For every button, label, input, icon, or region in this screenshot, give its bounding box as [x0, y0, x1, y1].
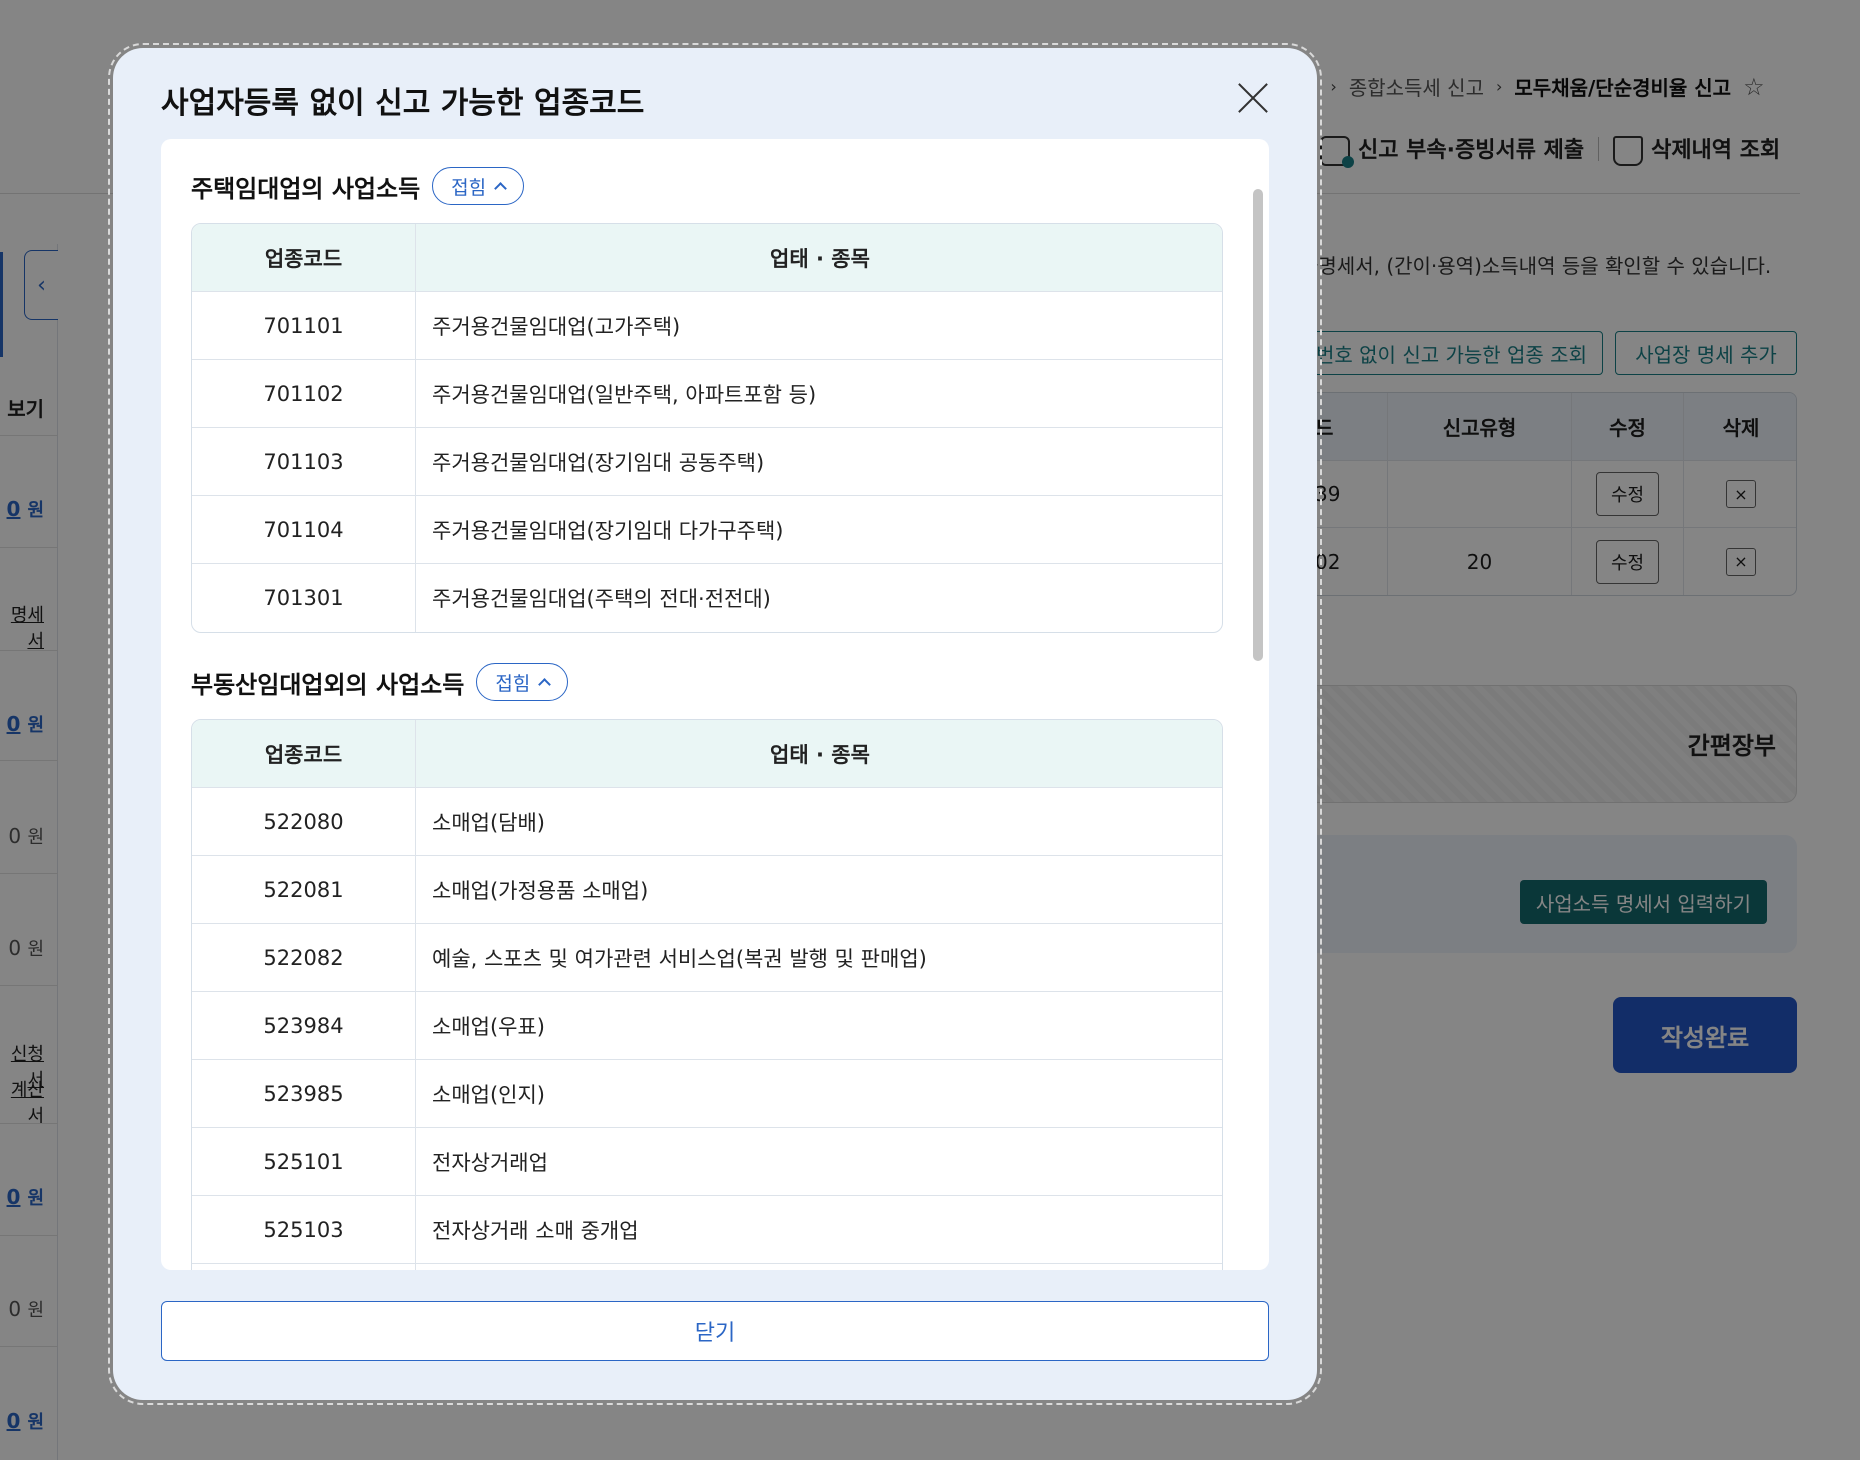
close-icon[interactable]: [1233, 78, 1273, 118]
table-row: 522082 예술, 스포츠 및 여가관련 서비스업(복권 발행 및 판매업): [192, 924, 1222, 992]
scrollbar-thumb[interactable]: [1253, 189, 1263, 661]
industry-code: 522080: [192, 788, 416, 855]
collapse-toggle-button[interactable]: 접힘: [476, 663, 569, 701]
industry-name: [416, 1264, 1222, 1270]
table-row: 701104 주거용건물임대업(장기임대 다가구주택): [192, 496, 1222, 564]
industry-code-table: 업종코드 업태 · 종목 522080 소매업(담배) 522081 소매업(가…: [191, 719, 1223, 1270]
table-row: 523985 소매업(인지): [192, 1060, 1222, 1128]
industry-code: 523985: [192, 1060, 416, 1127]
table-row: 701301 주거용건물임대업(주택의 전대·전전대): [192, 564, 1222, 632]
industry-code: 525101: [192, 1128, 416, 1195]
industry-code: 522082: [192, 924, 416, 991]
modal-content: 주택임대업의 사업소득 접힘 업종코드 업태 · 종목 701101 주거용건물…: [191, 167, 1223, 1270]
industry-name: 전자상거래업: [432, 1150, 548, 1175]
industry-code: 701103: [192, 428, 416, 495]
industry-name: 주거용건물임대업(주택의 전대·전전대): [432, 587, 771, 611]
industry-code: [192, 1264, 416, 1270]
industry-name: 예술, 스포츠 및 여가관련 서비스업(복권 발행 및 판매업): [432, 946, 927, 971]
table-row: 701101 주거용건물임대업(고가주택): [192, 292, 1222, 360]
chevron-up-icon: [538, 678, 552, 691]
section-header: 부동산임대업외의 사업소득 접힘: [191, 663, 1223, 701]
table-row: 522080 소매업(담배): [192, 788, 1222, 856]
industry-code: 701104: [192, 496, 416, 563]
section-title: 주택임대업의 사업소득: [191, 174, 421, 203]
column-header: 업태 · 종목: [770, 246, 870, 271]
industry-code: 701301: [192, 564, 416, 632]
table-row: 525103 전자상거래 소매 중개업: [192, 1196, 1222, 1264]
column-header: 업태 · 종목: [770, 742, 870, 767]
industry-name: 소매업(담배): [432, 810, 545, 835]
table-row: 523984 소매업(우표): [192, 992, 1222, 1060]
industry-name: 소매업(가정용품 소매업): [432, 878, 649, 903]
industry-code-table: 업종코드 업태 · 종목 701101 주거용건물임대업(고가주택) 70110…: [191, 223, 1223, 633]
table-row: 525101 전자상거래업: [192, 1128, 1222, 1196]
modal-scroll-area[interactable]: 주택임대업의 사업소득 접힘 업종코드 업태 · 종목 701101 주거용건물…: [161, 139, 1269, 1270]
industry-name: 소매업(우표): [432, 1014, 545, 1039]
table-row: 522081 소매업(가정용품 소매업): [192, 856, 1222, 924]
table-row: 701103 주거용건물임대업(장기임대 공동주택): [192, 428, 1222, 496]
industry-code-modal: 사업자등록 없이 신고 가능한 업종코드 주택임대업의 사업소득 접힘 업종코드…: [108, 43, 1322, 1405]
industry-name: 주거용건물임대업(장기임대 공동주택): [432, 450, 765, 475]
column-header: 업종코드: [192, 224, 416, 291]
collapse-toggle-button[interactable]: 접힘: [432, 167, 525, 205]
table-header-row: 업종코드 업태 · 종목: [192, 224, 1222, 292]
industry-name: 전자상거래 소매 중개업: [432, 1218, 639, 1243]
industry-name: 소매업(인지): [432, 1082, 545, 1107]
section-title: 부동산임대업외의 사업소득: [191, 670, 465, 699]
industry-code: 522081: [192, 856, 416, 923]
industry-code: 525103: [192, 1196, 416, 1263]
column-header: 업종코드: [192, 720, 416, 787]
section-header: 주택임대업의 사업소득 접힘: [191, 167, 1223, 205]
industry-name: 주거용건물임대업(고가주택): [432, 314, 681, 339]
industry-name: 주거용건물임대업(일반주택, 아파트포함 등): [432, 382, 817, 407]
close-button[interactable]: 닫기: [161, 1301, 1269, 1361]
table-row: 701102 주거용건물임대업(일반주택, 아파트포함 등): [192, 360, 1222, 428]
table-row: [192, 1264, 1222, 1270]
industry-name: 주거용건물임대업(장기임대 다가구주택): [432, 518, 784, 543]
table-header-row: 업종코드 업태 · 종목: [192, 720, 1222, 788]
modal-title: 사업자등록 없이 신고 가능한 업종코드: [161, 86, 645, 121]
industry-code: 701102: [192, 360, 416, 427]
industry-code: 701101: [192, 292, 416, 359]
industry-code: 523984: [192, 992, 416, 1059]
chevron-up-icon: [494, 182, 507, 195]
